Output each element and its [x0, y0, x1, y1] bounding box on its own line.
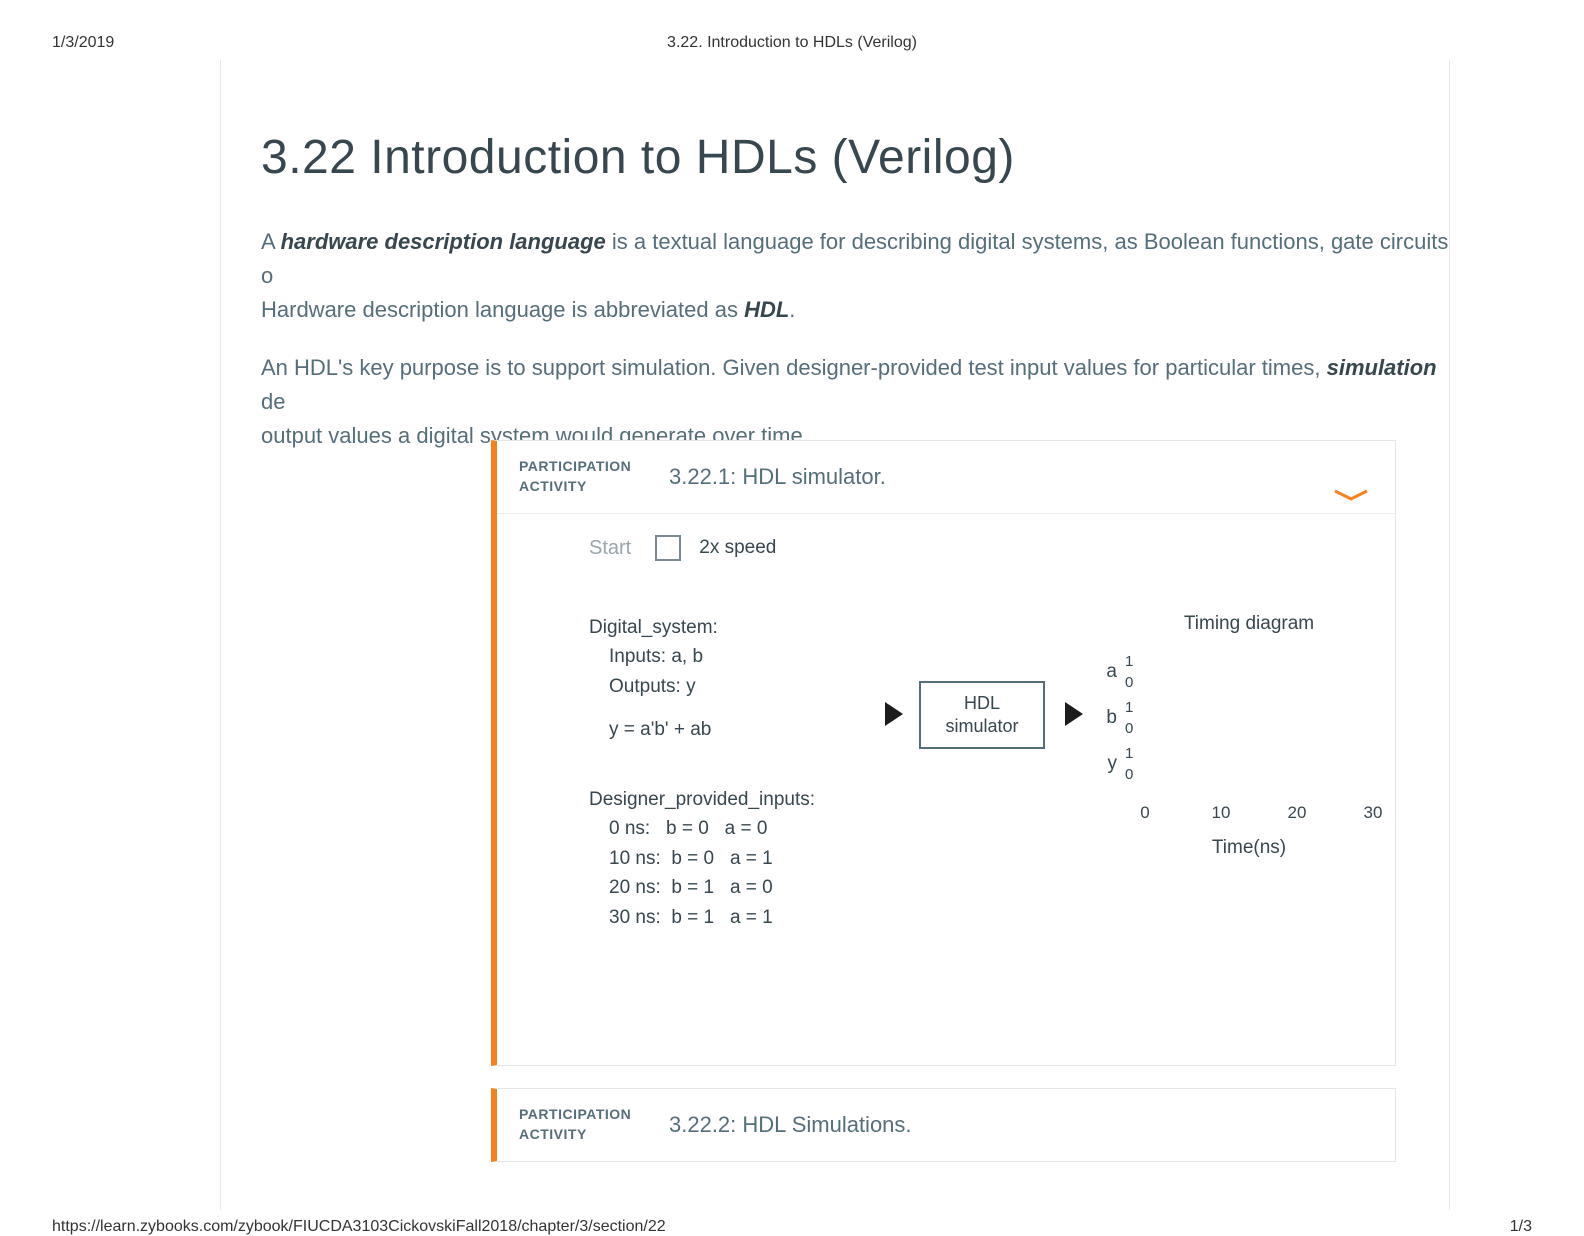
participation-activity-2: PARTICIPATION ACTIVITY 3.22.2: HDL Simul…: [491, 1088, 1396, 1162]
activity2-label-line2: ACTIVITY: [519, 1126, 587, 1142]
signal-levels-a: 10: [1125, 651, 1133, 693]
print-url: https://learn.zybooks.com/zybook/FIUCDA3…: [52, 1218, 666, 1236]
activity2-title: 3.22.2: HDL Simulations.: [669, 1112, 912, 1138]
keyword-hdl-long: hardware description language: [281, 229, 606, 254]
p1-c: Hardware description language is abbrevi…: [261, 297, 744, 322]
activity-title: 3.22.1: HDL simulator.: [669, 464, 886, 490]
intro-paragraph-1: A hardware description language is a tex…: [261, 225, 1450, 327]
p1-a: A: [261, 229, 281, 254]
dpi-row-3: 30 ns: b = 1 a = 1: [589, 903, 1379, 932]
participation-activity-1: PARTICIPATION ACTIVITY 3.22.1: HDL simul…: [491, 440, 1396, 1066]
tick-30: 30: [1364, 803, 1383, 823]
timing-title: Timing diagram: [1099, 613, 1399, 635]
speed-label: 2x speed: [699, 537, 776, 559]
signal-levels-b: 10: [1125, 697, 1133, 739]
tick-10: 10: [1212, 803, 1231, 823]
p1-d: .: [789, 297, 795, 322]
tick-0: 0: [1140, 803, 1149, 823]
time-axis: 0 10 20 30 Time(ns): [1099, 803, 1399, 853]
signal-name-b: b: [1099, 707, 1117, 729]
animation-controls: Start 2x speed: [589, 535, 776, 561]
print-page-indicator: 1/3: [1510, 1218, 1532, 1236]
arrow-into-simulator-icon: [885, 702, 903, 726]
activity-label: PARTICIPATION ACTIVITY: [497, 457, 669, 496]
dpi-row-2: 20 ns: b = 1 a = 0: [589, 873, 1379, 902]
activity2-label-line1: PARTICIPATION: [519, 1106, 631, 1122]
p2-b: de: [261, 389, 285, 414]
activity-label-line2: ACTIVITY: [519, 478, 587, 494]
page-frame: 3.22 Introduction to HDLs (Verilog) A ha…: [220, 60, 1450, 1210]
sim-box-l2: simulator: [945, 716, 1018, 736]
signal-levels-y: 10: [1125, 743, 1133, 785]
activity-label-2: PARTICIPATION ACTIVITY: [497, 1105, 669, 1144]
start-button[interactable]: Start: [589, 537, 631, 560]
activity-label-line1: PARTICIPATION: [519, 458, 631, 474]
signal-name-y: y: [1099, 753, 1117, 775]
timing-diagram: Timing diagram a 10 b 10 y: [1099, 613, 1399, 853]
p2-a: An HDL's key purpose is to support simul…: [261, 355, 1327, 380]
signal-row-b: b 10: [1099, 699, 1399, 739]
page-title: 3.22 Introduction to HDLs (Verilog): [261, 130, 1450, 185]
keyword-hdl-abbr: HDL: [744, 297, 789, 322]
signal-row-a: a 10: [1099, 653, 1399, 693]
print-doc-title: 3.22. Introduction to HDLs (Verilog): [0, 34, 1584, 52]
signal-name-a: a: [1099, 661, 1117, 683]
time-axis-label: Time(ns): [1099, 837, 1399, 859]
sim-box-l1: HDL: [964, 693, 1000, 713]
keyword-simulation: simulation: [1327, 355, 1437, 380]
speed-checkbox[interactable]: [655, 535, 681, 561]
simulator-box: HDL simulator: [919, 681, 1045, 749]
collapse-caret-icon[interactable]: [1333, 489, 1369, 499]
diagram-area: Digital_system: Inputs: a, b Outputs: y …: [589, 613, 1379, 1033]
intro-paragraph-2: An HDL's key purpose is to support simul…: [261, 351, 1450, 453]
activity-header-2: PARTICIPATION ACTIVITY 3.22.2: HDL Simul…: [497, 1089, 1395, 1161]
signal-row-y: y 10: [1099, 745, 1399, 785]
tick-20: 20: [1288, 803, 1307, 823]
arrow-out-simulator-icon: [1065, 702, 1083, 726]
activity-header: PARTICIPATION ACTIVITY 3.22.1: HDL simul…: [497, 441, 1395, 514]
